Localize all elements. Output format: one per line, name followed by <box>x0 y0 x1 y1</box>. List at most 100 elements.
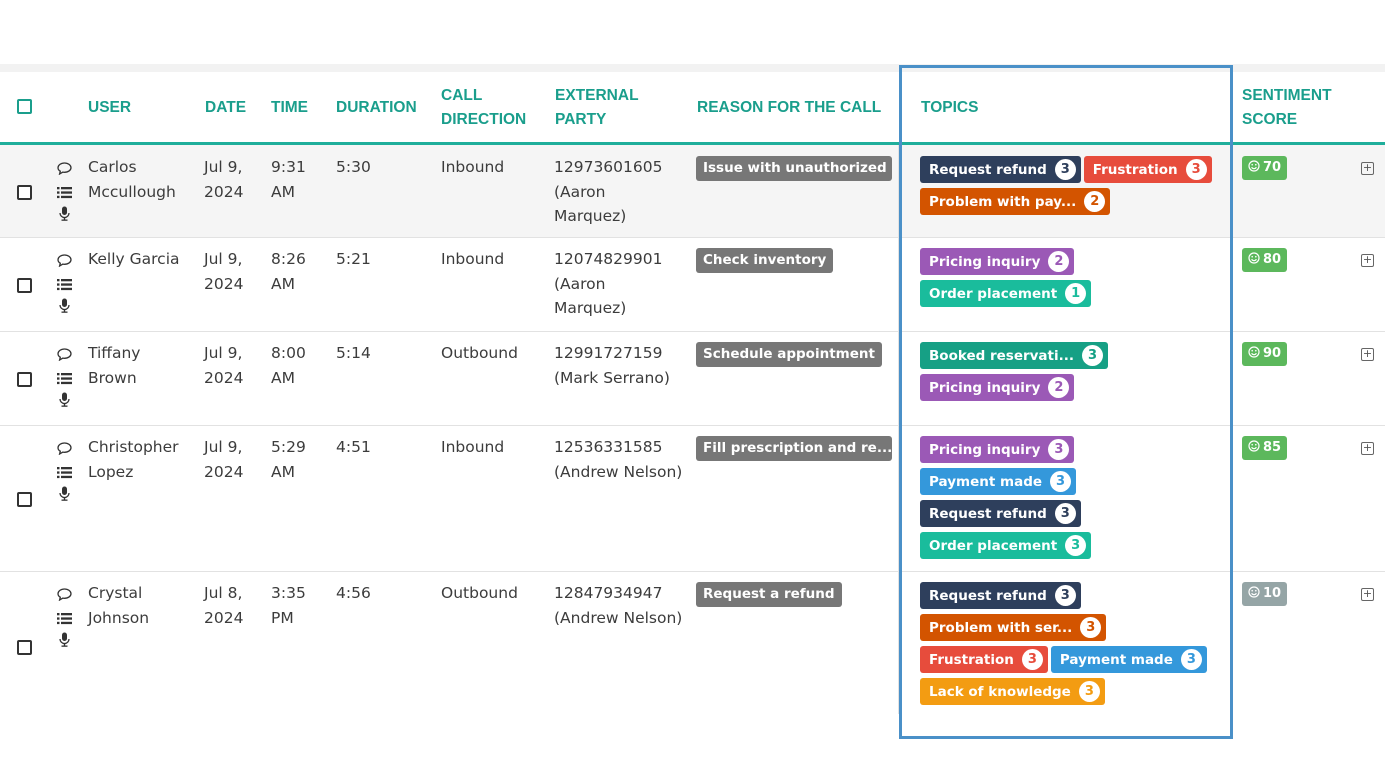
user-line: Brown <box>88 368 137 387</box>
header-user[interactable]: USER <box>88 96 131 120</box>
sentiment-badge: 90 <box>1242 342 1288 366</box>
smile-icon <box>1248 440 1263 455</box>
topic-tag[interactable]: Problem with pay... 2 <box>920 188 1111 215</box>
external-party-cell: 12074829901 (Aaron Marquez) <box>554 247 662 321</box>
expand-icon[interactable]: + <box>1361 254 1374 267</box>
row-checkbox[interactable] <box>17 185 32 200</box>
column-separator <box>898 145 899 714</box>
topic-tag[interactable]: Pricing inquiry 2 <box>920 248 1075 275</box>
header-sentiment-line2: SCORE <box>1242 111 1298 128</box>
row-icons <box>54 248 74 314</box>
date-line: 2024 <box>204 368 244 387</box>
topic-tag[interactable]: Request refund 3 <box>920 582 1081 609</box>
time-cell: 8:26 AM <box>271 247 306 296</box>
header-duration[interactable]: DURATION <box>336 96 417 120</box>
header-date[interactable]: DATE <box>205 96 246 120</box>
list-icon[interactable] <box>54 272 74 296</box>
microphone-icon[interactable] <box>54 630 74 648</box>
topic-tag[interactable]: Request refund 3 <box>920 156 1081 183</box>
table-row[interactable]: Tiffany Brown Jul 9, 2024 8:00 AM 5:14 Outbound… <box>0 331 1385 426</box>
topic-tag[interactable]: Frustration 3 <box>920 646 1048 673</box>
header-reason[interactable]: REASON FOR THE CALL <box>697 96 881 120</box>
comment-icon[interactable] <box>54 248 74 272</box>
topic-tag[interactable]: Order placement 3 <box>920 532 1092 559</box>
row-checkbox[interactable] <box>17 278 32 293</box>
header-time[interactable]: TIME <box>271 96 308 120</box>
time-line: AM <box>271 462 295 481</box>
topic-tag[interactable]: Frustration 3 <box>1083 156 1212 183</box>
expand-icon[interactable]: + <box>1361 348 1374 361</box>
user-line: Carlos <box>88 158 137 176</box>
header-external-party-line2: PARTY <box>555 111 607 128</box>
comment-icon[interactable] <box>54 582 74 606</box>
microphone-icon[interactable] <box>54 390 74 408</box>
header-call-direction-line1: CALL <box>441 87 483 104</box>
row-checkbox[interactable] <box>17 492 32 507</box>
time-line: PM <box>271 608 294 627</box>
external-party-line: 12991727159 <box>554 344 663 362</box>
duration-cell: 4:51 <box>336 438 371 456</box>
microphone-icon[interactable] <box>54 484 74 502</box>
topic-count: 2 <box>1048 251 1070 272</box>
external-party-cell: 12973601605 (Aaron Marquez) <box>554 155 662 229</box>
sentiment-badge: 80 <box>1242 248 1288 272</box>
direction-cell: Inbound <box>441 158 505 176</box>
expand-icon[interactable]: + <box>1361 588 1374 601</box>
expand-icon[interactable]: + <box>1361 162 1374 175</box>
header-topics[interactable]: TOPICS <box>921 96 978 120</box>
row-checkbox[interactable] <box>17 640 32 655</box>
table-row[interactable]: Christopher Lopez Jul 9, 2024 5:29 AM 4:51 Inbo… <box>0 425 1385 572</box>
header-external-party[interactable]: EXTERNAL PARTY <box>555 84 639 132</box>
topic-count: 2 <box>1048 377 1070 398</box>
list-icon[interactable] <box>54 366 74 390</box>
duration-cell: 5:30 <box>336 158 371 176</box>
user-line: Lopez <box>88 462 134 481</box>
date-line: 2024 <box>204 608 244 627</box>
sentiment-badge: 10 <box>1242 582 1288 606</box>
topic-tag[interactable]: Order placement 1 <box>920 280 1092 307</box>
topic-count: 3 <box>1054 503 1076 524</box>
table-row[interactable]: Crystal Johnson Jul 8, 2024 3:35 PM 4:56 Outbou… <box>0 571 1385 714</box>
comment-icon[interactable] <box>54 156 74 180</box>
external-party-line: (Aaron <box>554 274 606 293</box>
date-cell: Jul 9, 2024 <box>204 247 243 296</box>
topic-count: 3 <box>1050 471 1072 492</box>
topic-label: Pricing inquiry <box>929 253 1041 270</box>
list-icon[interactable] <box>54 460 74 484</box>
microphone-icon[interactable] <box>54 296 74 314</box>
date-line: Jul 8, <box>204 584 243 602</box>
external-party-cell: 12536331585 (Andrew Nelson) <box>554 435 682 484</box>
header-sentiment[interactable]: SENTIMENT SCORE <box>1242 84 1332 132</box>
header-external-party-line1: EXTERNAL <box>555 87 639 104</box>
date-line: 2024 <box>204 182 244 201</box>
topic-tag[interactable]: Request refund 3 <box>920 500 1081 527</box>
reason-badge: Request a refund <box>696 582 842 607</box>
topic-tag[interactable]: Payment made 3 <box>1050 646 1207 673</box>
user-line: Crystal <box>88 584 143 602</box>
header-call-direction[interactable]: CALL DIRECTION <box>441 84 526 132</box>
row-checkbox[interactable] <box>17 372 32 387</box>
date-line: Jul 9, <box>204 158 243 176</box>
table-row[interactable]: Kelly Garcia Jul 9, 2024 8:26 AM 5:21 Inbound 1… <box>0 237 1385 332</box>
topic-tag[interactable]: Pricing inquiry 3 <box>920 436 1075 463</box>
topic-label: Pricing inquiry <box>929 441 1041 458</box>
list-icon[interactable] <box>54 606 74 630</box>
list-icon[interactable] <box>54 180 74 204</box>
comment-icon[interactable] <box>54 436 74 460</box>
user-line: Mccullough <box>88 182 176 201</box>
select-all-checkbox[interactable] <box>17 99 32 114</box>
time-cell: 9:31 AM <box>271 155 306 204</box>
topics-cell: Pricing inquiry 2 Order placement 1 <box>920 248 1220 312</box>
topic-tag[interactable]: Pricing inquiry 2 <box>920 374 1075 401</box>
smile-icon <box>1248 346 1263 361</box>
table-row[interactable]: Carlos Mccullough Jul 9, 2024 9:31 AM 5:30 Inbo… <box>0 145 1385 238</box>
expand-icon[interactable]: + <box>1361 442 1374 455</box>
time-line: 8:00 <box>271 344 306 362</box>
microphone-icon[interactable] <box>54 204 74 222</box>
topic-tag[interactable]: Problem with ser... 3 <box>920 614 1107 641</box>
topic-tag[interactable]: Booked reservati... 3 <box>920 342 1109 369</box>
topic-tag[interactable]: Lack of knowledge 3 <box>920 678 1105 705</box>
topic-count: 2 <box>1084 191 1106 212</box>
topic-tag[interactable]: Payment made 3 <box>920 468 1077 495</box>
comment-icon[interactable] <box>54 342 74 366</box>
